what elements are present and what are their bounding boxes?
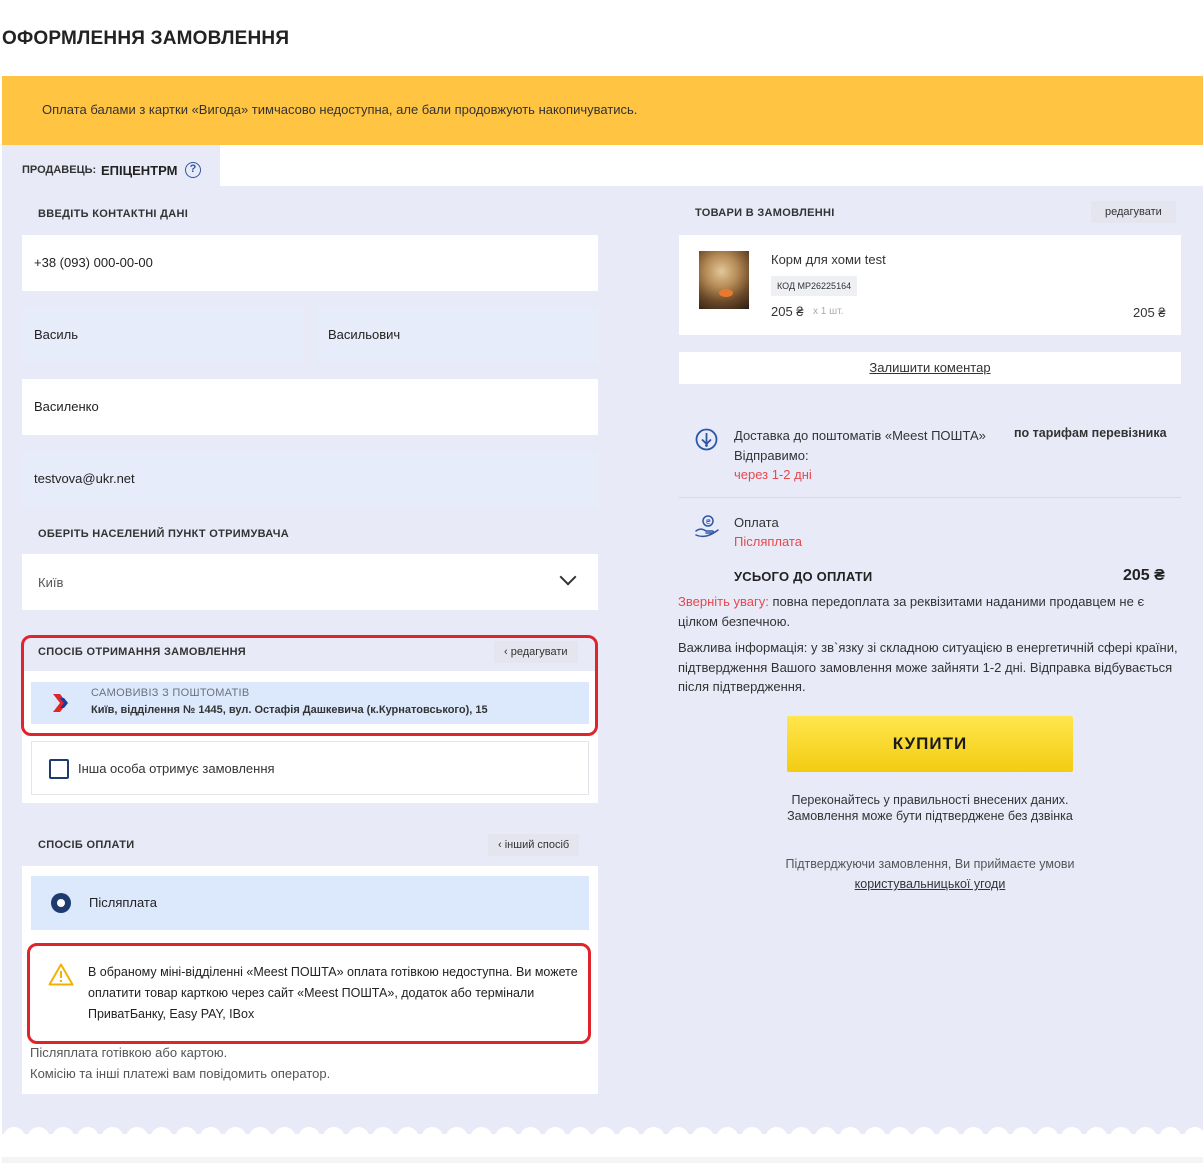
- payment-hand-icon: ₴: [695, 515, 719, 538]
- seller-name: ЕПІЦЕНТРМ: [101, 163, 178, 178]
- seller-tab[interactable]: ПРОДАВЕЦЬ: ЕПІЦЕНТРМ ?: [2, 145, 220, 186]
- buy-button[interactable]: КУПИТИ: [787, 716, 1073, 772]
- svg-text:₴: ₴: [706, 518, 712, 526]
- confirm-line-1: Переконайтесь у правильності внесених да…: [791, 793, 1069, 807]
- highlight-delivery: [21, 635, 598, 736]
- phone-field[interactable]: +38 (093) 000-00-00: [22, 235, 598, 291]
- total-value: 205 ₴: [1123, 567, 1165, 584]
- agreement-text: Підтверджуючи замовлення, Ви приймаєте у…: [785, 857, 1075, 871]
- product-image[interactable]: [699, 251, 749, 309]
- middle-name-field[interactable]: Васильович: [316, 307, 598, 363]
- product-qty: x 1 шт.: [813, 306, 844, 317]
- payment-note-1: Післяплата готівкою або картою.: [30, 1045, 228, 1060]
- agreement-link[interactable]: користувальницької угоди: [679, 874, 1181, 894]
- notice-banner: Оплата балами з картки «Вигода» тимчасов…: [2, 76, 1203, 145]
- payment-title: СПОСІБ ОПЛАТИ: [38, 839, 135, 851]
- confirm-line-2: Замовлення може бути підтверджене без дз…: [787, 809, 1073, 823]
- delivery-pin-icon: [695, 428, 718, 451]
- product-code: КОД MP26225164: [771, 276, 858, 296]
- total-label: УСЬОГО ДО ОПЛАТИ: [734, 569, 873, 584]
- product-total: 205 ₴: [1133, 305, 1166, 320]
- payment-option[interactable]: Післяплата: [31, 876, 589, 930]
- highlight-payment-warning: [27, 943, 591, 1044]
- last-name-field[interactable]: Василенко: [22, 379, 598, 435]
- payment-other-button[interactable]: ‹ інший спосіб: [488, 834, 580, 856]
- notice-text: Оплата балами з картки «Вигода» тимчасов…: [42, 102, 638, 117]
- email-field[interactable]: testvova@ukr.net: [22, 451, 598, 507]
- other-person-option[interactable]: Інша особа отримує замовлення: [31, 741, 589, 795]
- payment-summary-value: Післяплата: [734, 534, 802, 549]
- cart-item: Корм для хоми test КОД MP26225164 205 ₴ …: [679, 235, 1181, 335]
- cart-edit-button[interactable]: редагувати: [1091, 201, 1176, 223]
- payment-summary-label: Оплата: [734, 515, 779, 530]
- delivery-tariff: по тарифам перевізника: [1014, 426, 1167, 440]
- city-title: ОБЕРІТЬ НАСЕЛЕНИЙ ПУНКТ ОТРИМУВАЧА: [38, 528, 289, 540]
- ship-label: Відправимо:: [734, 447, 809, 463]
- city-value: Київ: [38, 575, 64, 590]
- delivery-info: Доставка до поштоматів «Meest ПОШТА» Від…: [734, 426, 986, 485]
- bottom-wave-decoration: [2, 1124, 1203, 1163]
- other-person-label: Інша особа отримує замовлення: [78, 761, 275, 776]
- chevron-down-icon: [559, 568, 577, 586]
- agreement-note: Підтверджуючи замовлення, Ви приймаєте у…: [679, 854, 1181, 894]
- help-icon[interactable]: ?: [185, 162, 201, 178]
- seller-label: ПРОДАВЕЦЬ:: [22, 164, 97, 176]
- delivery-label: Доставка до поштоматів «Meest ПОШТА»: [734, 428, 986, 443]
- payment-note-2: Комісію та інші платежі вам повідомить о…: [30, 1066, 331, 1081]
- payment-info: Оплата Післяплата: [734, 513, 802, 551]
- city-select[interactable]: Київ: [22, 554, 598, 610]
- contacts-title: ВВЕДІТЬ КОНТАКТНІ ДАНІ: [38, 208, 189, 220]
- seller-bar: ПРОДАВЕЦЬ: ЕПІЦЕНТРМ ?: [2, 145, 1203, 186]
- other-person-checkbox[interactable]: [49, 759, 69, 779]
- important-info: Важлива інформація: у зв`язку зі складно…: [678, 640, 1178, 694]
- product-name[interactable]: Корм для хоми test: [771, 252, 886, 267]
- payment-radio[interactable]: [51, 893, 71, 913]
- confirm-note: Переконайтесь у правильності внесених да…: [679, 792, 1181, 824]
- cart-title: ТОВАРИ В ЗАМОВЛЕННІ: [695, 207, 835, 219]
- first-name-field[interactable]: Василь: [22, 307, 304, 363]
- attention-label: Зверніть увагу:: [678, 594, 769, 609]
- attention-note: Зверніть увагу: повна передоплата за рек…: [678, 592, 1178, 631]
- product-price: 205 ₴: [771, 304, 804, 319]
- ship-time: через 1-2 дні: [734, 467, 812, 482]
- page-title: ОФОРМЛЕННЯ ЗАМОВЛЕННЯ: [2, 28, 290, 49]
- leave-comment-button[interactable]: Залишити коментар: [679, 352, 1181, 384]
- payment-option-label: Післяплата: [89, 895, 157, 910]
- summary-divider: [679, 497, 1181, 498]
